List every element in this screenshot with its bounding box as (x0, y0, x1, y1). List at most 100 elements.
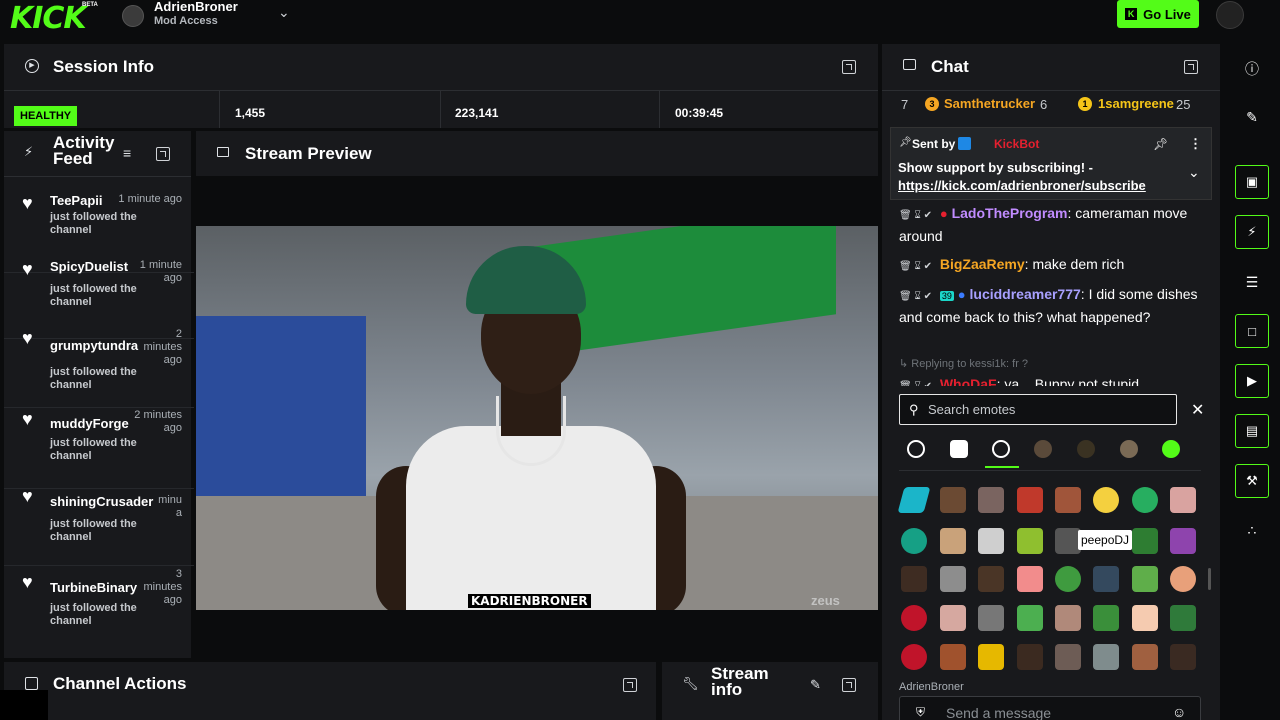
mod-actions-icon[interactable]: 🗑︎ ⌛︎ ✔ (899, 210, 932, 221)
feed-user[interactable]: SpicyDuelist (50, 259, 128, 274)
stat-uptime: 00:39:45 (675, 106, 724, 120)
emote[interactable] (1017, 487, 1043, 513)
close-icon[interactable]: ✕ (1191, 400, 1204, 420)
emote[interactable] (940, 528, 966, 554)
emote[interactable] (1170, 487, 1196, 513)
avatar-tab-icon[interactable] (1034, 440, 1052, 458)
channel-name[interactable]: AdrienBroner (154, 0, 238, 14)
emote[interactable] (1093, 566, 1119, 592)
go-live-button[interactable]: K Go Live (1117, 0, 1199, 28)
chat-username[interactable]: WhoDaF (940, 376, 997, 386)
pin-icon: 📌︎ (899, 137, 912, 148)
feed-user[interactable]: grumpytundra (50, 338, 138, 353)
mod-actions-icon[interactable]: 🗑︎ ⌛︎ ✔ (899, 291, 932, 302)
emote[interactable] (901, 566, 927, 592)
recent-icon[interactable] (907, 440, 925, 458)
avatar-tab-icon[interactable] (1120, 440, 1138, 458)
channel-emotes-icon[interactable] (950, 440, 968, 458)
stream-video[interactable]: KADRIENBRONER zeus (196, 226, 878, 610)
emote[interactable] (1055, 487, 1081, 513)
list-icon[interactable]: ☰ (1243, 274, 1261, 291)
mod-actions-icon[interactable]: 🗑︎ ⌛︎ ✔ (899, 261, 932, 272)
emote[interactable] (901, 644, 927, 670)
globe-icon[interactable] (992, 440, 1010, 458)
leaderboard-user[interactable]: 1samgreene (1098, 96, 1174, 111)
feed-user[interactable]: TurbineBinary (50, 580, 137, 595)
emote[interactable] (1055, 644, 1081, 670)
emote[interactable] (1055, 566, 1081, 592)
chat-title: Chat (931, 57, 969, 76)
emote[interactable] (1170, 566, 1196, 592)
people-icon[interactable]: ∴ (1243, 522, 1261, 539)
session-info-toggle[interactable]: ▶ (1235, 364, 1269, 398)
emote[interactable] (1170, 528, 1196, 554)
emote[interactable] (1017, 605, 1043, 631)
pinned-link[interactable]: https://kick.com/adrienbroner/subscribe (898, 178, 1146, 193)
emote[interactable] (978, 487, 1004, 513)
leaderboard-user[interactable]: Samthetrucker (944, 96, 1035, 111)
expand-icon[interactable] (1184, 60, 1198, 74)
unpin-icon[interactable]: 📌︎ (1153, 137, 1168, 151)
emote[interactable] (1132, 528, 1158, 554)
emote[interactable] (940, 644, 966, 670)
feed-user[interactable]: TeePapii (50, 193, 103, 208)
emote[interactable] (1093, 605, 1119, 631)
emote[interactable] (1055, 605, 1081, 631)
emote[interactable] (978, 566, 1004, 592)
emote-search-input[interactable]: ⚲ Search emotes (899, 394, 1177, 425)
emote[interactable] (1132, 487, 1158, 513)
emote[interactable] (901, 605, 927, 631)
pencil-icon[interactable]: ✎ (810, 678, 821, 692)
emote[interactable] (940, 605, 966, 631)
feed-user[interactable]: shiningCrusader (50, 494, 153, 509)
channel-actions-toggle[interactable]: ▤ (1235, 414, 1269, 448)
feed-text: just followed the channel (50, 283, 137, 308)
stream-info-toggle[interactable]: ⚒ (1235, 464, 1269, 498)
emote[interactable] (978, 528, 1004, 554)
emote[interactable] (1017, 566, 1043, 592)
kick-logo[interactable]: KICK (10, 2, 87, 36)
emote[interactable] (1132, 605, 1158, 631)
expand-icon[interactable] (623, 678, 637, 692)
chat-input[interactable]: ⛨ Send a message ☺ (899, 696, 1201, 720)
emote[interactable] (1132, 566, 1158, 592)
emote[interactable] (978, 644, 1004, 670)
emote[interactable] (1170, 605, 1196, 631)
info-icon[interactable]: ⓘ (1243, 59, 1261, 79)
emote[interactable] (1017, 644, 1043, 670)
expand-icon[interactable] (842, 60, 856, 74)
emoji-icon[interactable]: ☺ (1172, 704, 1186, 720)
chat-username[interactable]: BigZaaRemy (940, 256, 1025, 272)
activity-feed-toggle[interactable]: ⚡︎ (1235, 215, 1269, 249)
emote[interactable] (978, 605, 1004, 631)
kick-emotes-icon[interactable] (1162, 440, 1180, 458)
emote[interactable] (1093, 487, 1119, 513)
filter-icon[interactable]: ≡ (123, 146, 131, 160)
expand-icon[interactable] (156, 147, 170, 161)
chevron-down-icon[interactable]: ⌄ (1188, 164, 1200, 181)
avatar-tab-icon[interactable] (1077, 440, 1095, 458)
pinned-bot[interactable]: KickBot (994, 137, 1039, 151)
stream-preview-title: Stream Preview (245, 144, 372, 163)
chevron-down-icon[interactable]: ⌄ (278, 4, 290, 21)
channel-avatar[interactable] (122, 5, 144, 27)
chat-username[interactable]: luciddreamer777 (970, 286, 1081, 302)
emote[interactable] (1132, 644, 1158, 670)
emote[interactable] (940, 566, 966, 592)
zeus-watermark: zeus (811, 593, 840, 608)
chat-username[interactable]: LadoTheProgram (952, 205, 1068, 221)
emote-scrollbar[interactable] (1208, 568, 1211, 590)
expand-icon[interactable] (842, 678, 856, 692)
emote[interactable] (1093, 644, 1119, 670)
pencil-icon[interactable]: ✎ (1243, 109, 1261, 126)
emote[interactable] (940, 487, 966, 513)
more-icon[interactable]: ⋮ (1189, 136, 1202, 152)
emote[interactable] (1017, 528, 1043, 554)
chat-toggle[interactable]: □ (1235, 314, 1269, 348)
beta-label: BETA (82, 2, 98, 8)
emote[interactable] (901, 528, 927, 554)
emote[interactable] (1170, 644, 1196, 670)
stream-preview-toggle[interactable]: ▣ (1235, 165, 1269, 199)
feed-user[interactable]: muddyForge (50, 416, 129, 431)
user-avatar[interactable] (1216, 1, 1244, 29)
